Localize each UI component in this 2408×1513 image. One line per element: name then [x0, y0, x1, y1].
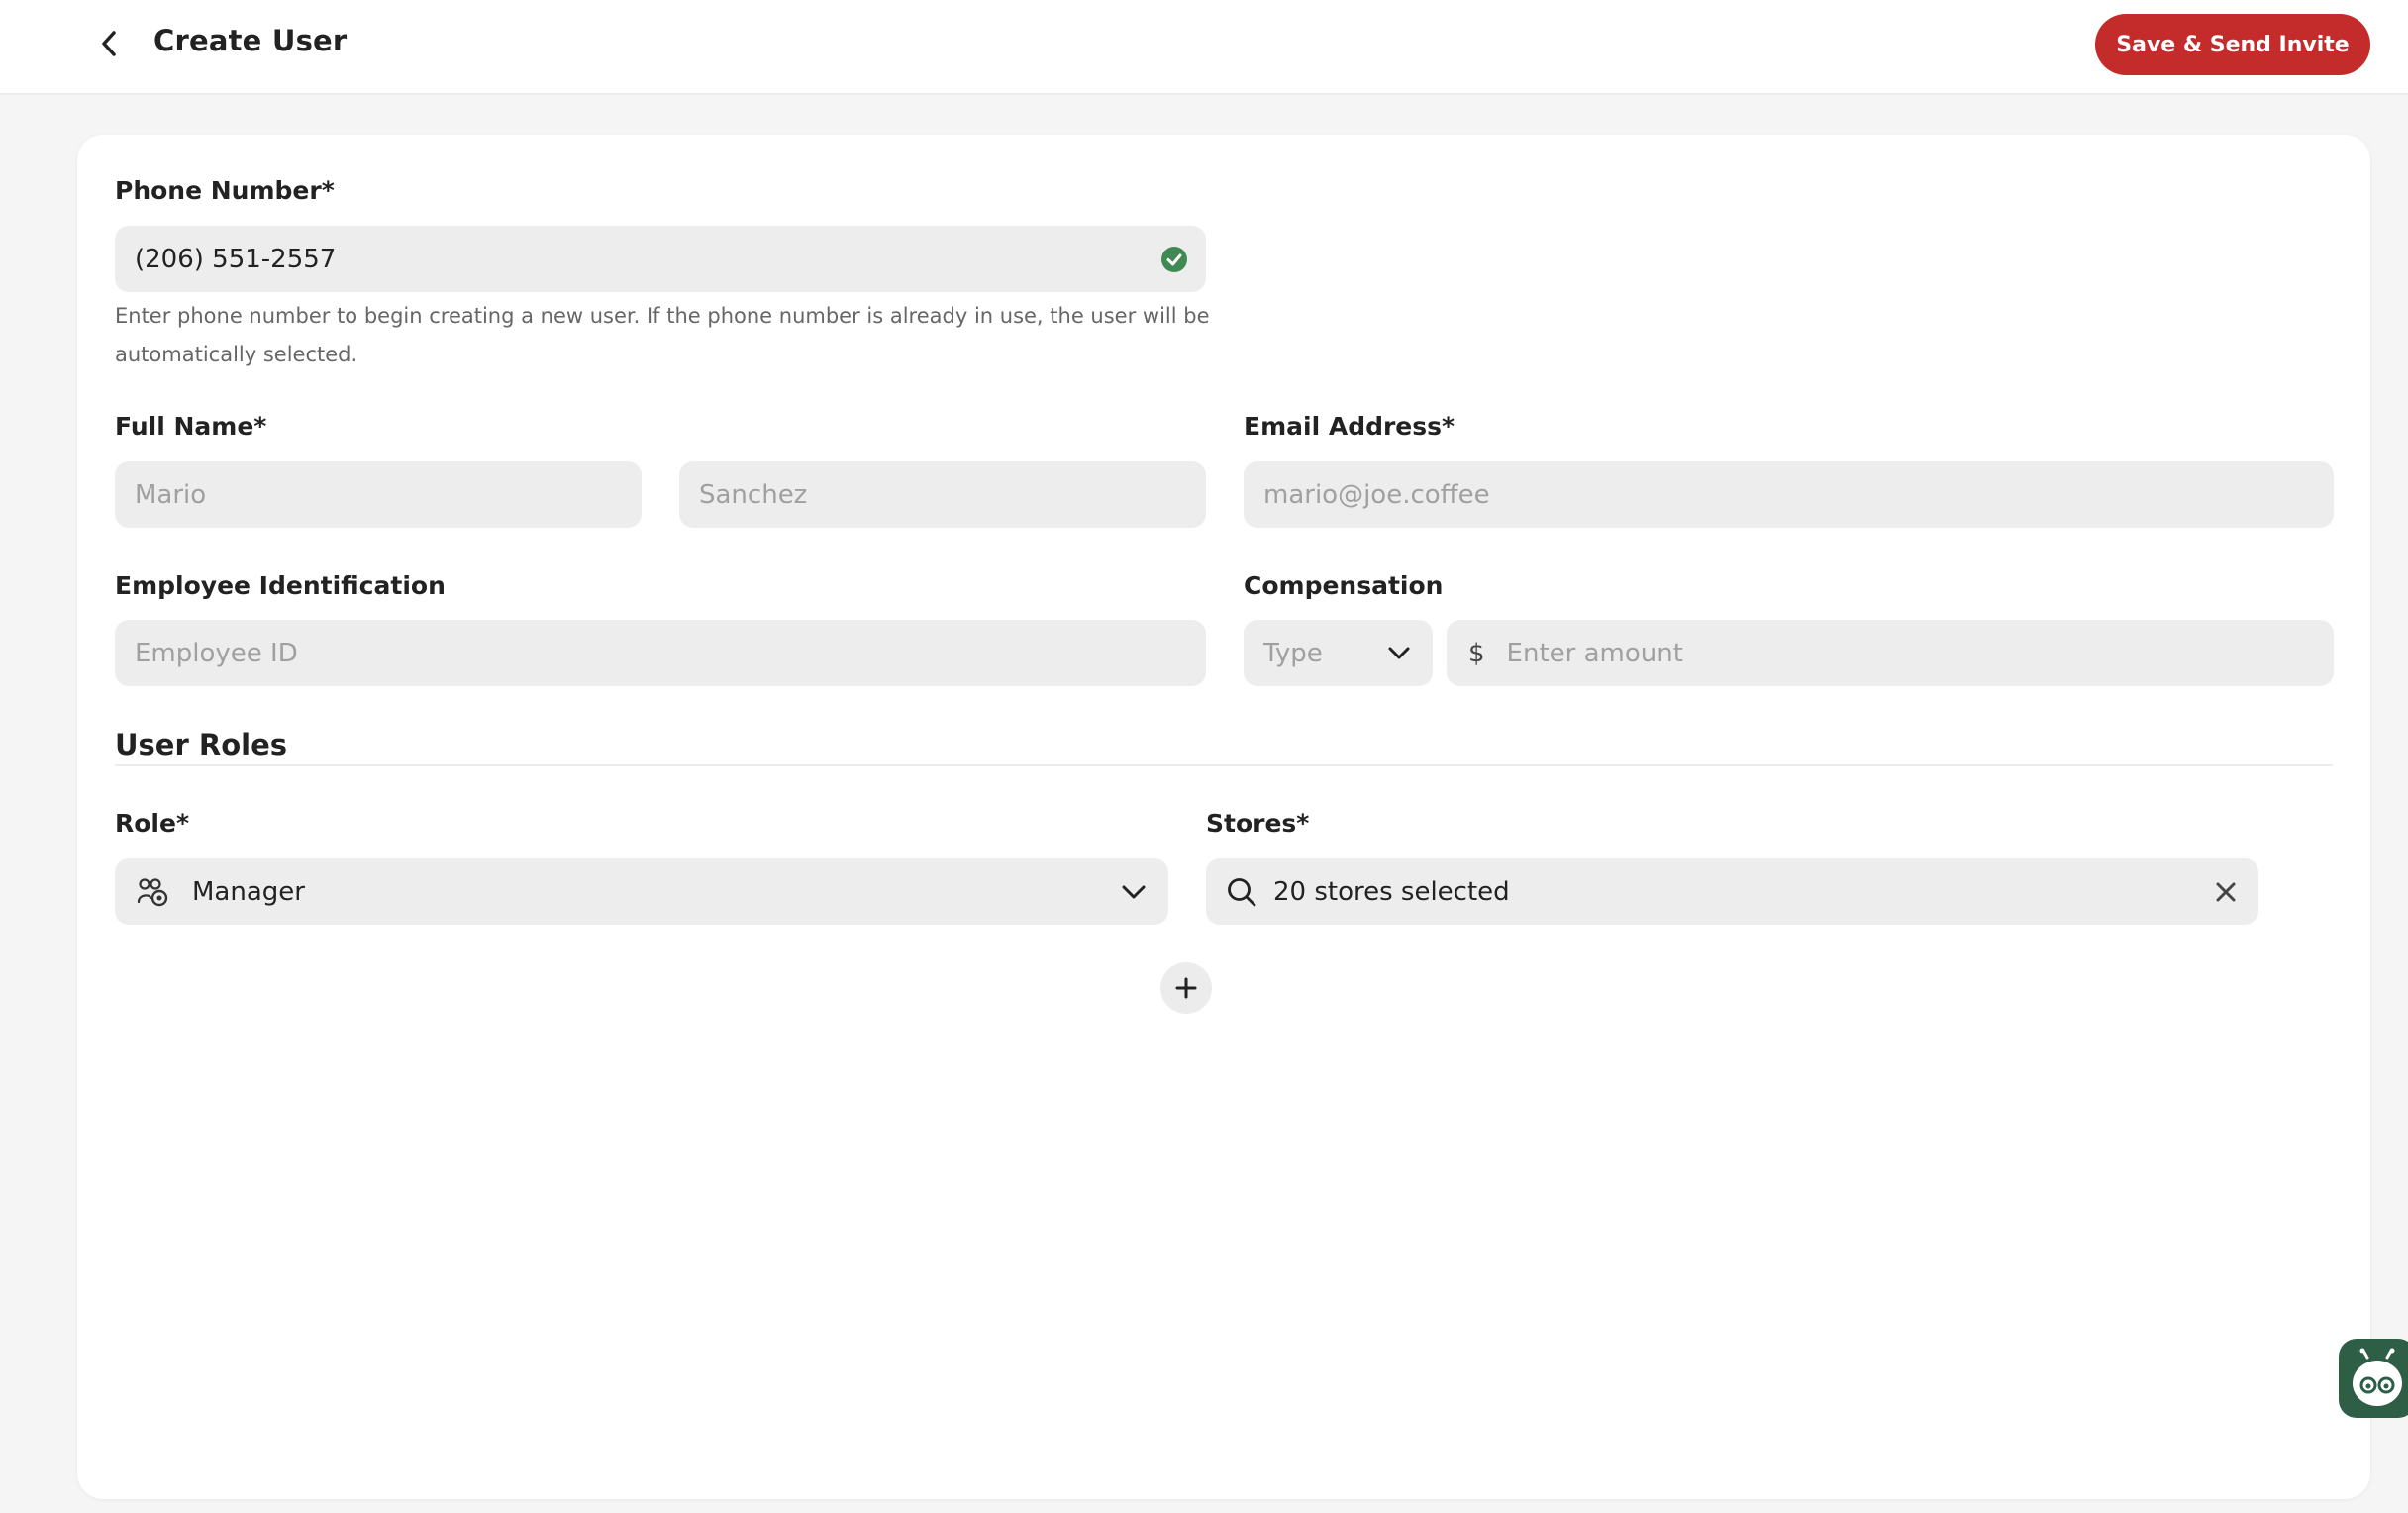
top-bar: Create User Save & Send Invite	[0, 0, 2408, 95]
check-circle-icon	[1160, 246, 1188, 273]
compensation-label: Compensation	[1244, 571, 1444, 600]
phone-value: (206) 551-2557	[135, 244, 337, 274]
chevron-left-icon	[102, 31, 116, 56]
compensation-amount-input[interactable]: $	[1447, 620, 2334, 686]
phone-helper-text: Enter phone number to begin creating a n…	[115, 304, 1210, 366]
role-select[interactable]: Manager	[115, 858, 1168, 925]
role-value: Manager	[192, 876, 305, 907]
first-name-input[interactable]	[115, 461, 642, 528]
stores-label: Stores*	[1206, 809, 1310, 838]
role-label: Role*	[115, 809, 190, 838]
email-input[interactable]	[1244, 461, 2334, 528]
email-field[interactable]	[1263, 461, 2334, 528]
stores-select-content: 20 stores selected	[1226, 876, 1510, 908]
plus-icon	[1175, 977, 1197, 999]
email-label: Email Address*	[1244, 412, 1455, 441]
stores-select[interactable]: 20 stores selected	[1206, 858, 2258, 925]
search-icon	[1226, 876, 1257, 908]
role-select-content: Manager	[137, 876, 305, 908]
user-roles-title: User Roles	[115, 728, 287, 761]
back-button[interactable]	[91, 26, 127, 61]
last-name-input[interactable]	[679, 461, 1206, 528]
users-gear-icon	[137, 876, 170, 908]
full-name-label: Full Name*	[115, 412, 267, 441]
employee-id-input[interactable]	[115, 620, 1206, 686]
stores-value: 20 stores selected	[1273, 876, 1510, 907]
first-name-field[interactable]	[135, 461, 642, 528]
help-widget-button[interactable]	[2339, 1339, 2408, 1418]
phone-label: Phone Number*	[115, 176, 335, 205]
robot-icon	[2353, 1348, 2402, 1406]
add-role-button[interactable]	[1160, 962, 1212, 1014]
compensation-type-placeholder: Type	[1263, 638, 1323, 668]
last-name-field[interactable]	[699, 461, 1206, 528]
close-icon[interactable]	[2215, 881, 2237, 903]
save-send-invite-button[interactable]: Save & Send Invite	[2095, 14, 2370, 75]
chevron-down-icon	[1387, 646, 1411, 661]
phone-input[interactable]: (206) 551-2557	[115, 226, 1206, 292]
employee-id-label: Employee Identification	[115, 571, 446, 600]
page-title: Create User	[153, 24, 348, 57]
chevron-down-icon	[1121, 884, 1147, 900]
dollar-icon: $	[1468, 638, 1485, 668]
compensation-amount-field[interactable]	[1506, 620, 2334, 686]
compensation-type-select[interactable]: Type	[1244, 620, 1433, 686]
section-divider	[115, 764, 2333, 766]
employee-id-field[interactable]	[135, 620, 1206, 686]
